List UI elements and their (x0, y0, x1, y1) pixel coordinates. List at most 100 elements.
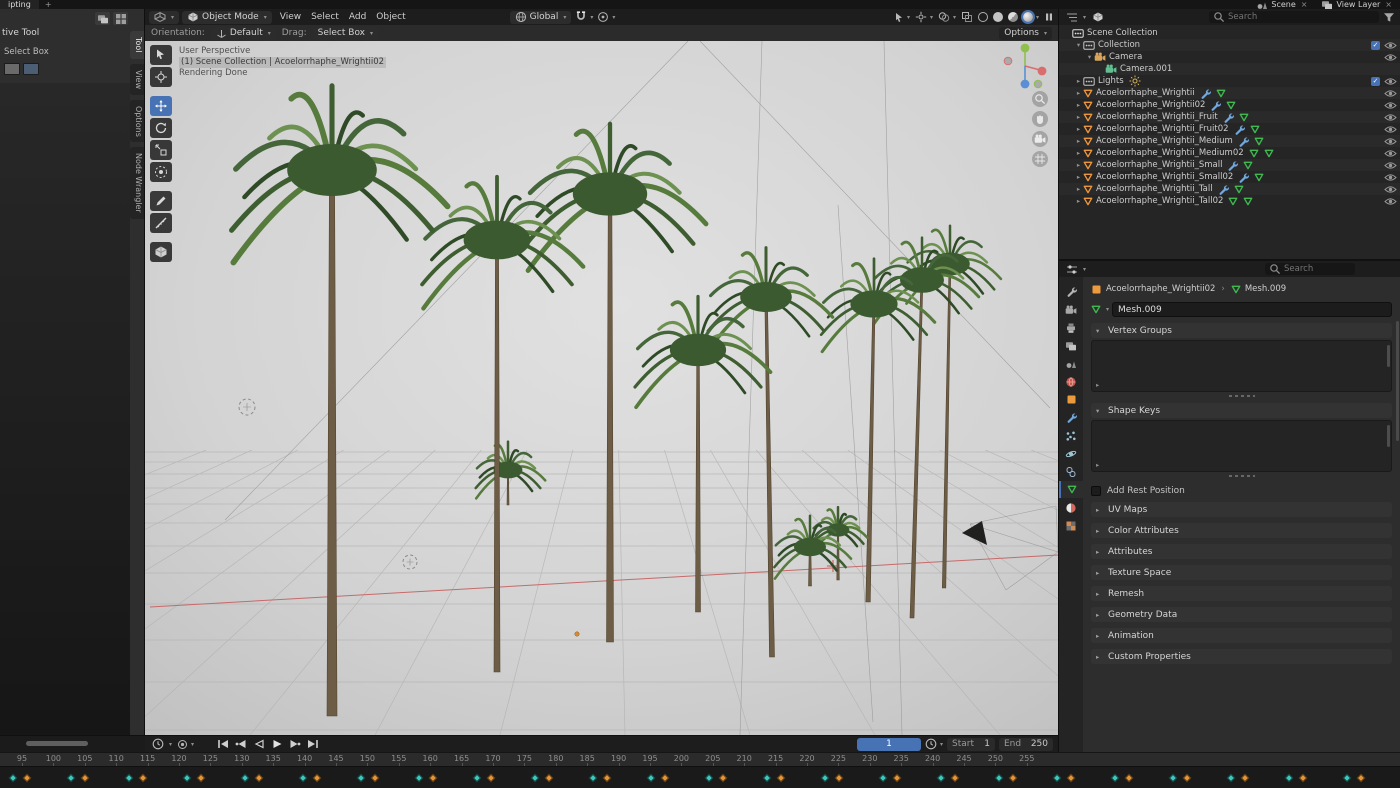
outliner-editor-type-button[interactable]: ▾ (1064, 11, 1088, 24)
outliner-row[interactable]: Scene Collection (1059, 27, 1400, 39)
keyframe-diamond[interactable] (589, 774, 597, 782)
keyframe-diamond[interactable] (1067, 774, 1075, 782)
panel-header-shape-keys[interactable]: ▾Shape Keys (1091, 403, 1392, 418)
keyframe-diamond[interactable] (429, 774, 437, 782)
horizontal-scrollbar[interactable] (26, 741, 88, 746)
expand-arrow-icon[interactable]: ▸ (1074, 125, 1083, 133)
sidebar-tab-tool[interactable]: Tool (130, 31, 144, 59)
orientation-dropdown[interactable]: Default▾ (211, 27, 276, 40)
panel-header-geometry-data[interactable]: ▸Geometry Data (1091, 607, 1392, 622)
vertex-groups-list[interactable]: ▸ (1091, 340, 1392, 392)
outliner-row[interactable]: ▸Acoelorrhaphe_Wrightii_Medium (1059, 135, 1400, 147)
hide-in-viewport-eye-icon[interactable] (1384, 77, 1397, 86)
show-overlays-toggle[interactable]: ▾ (938, 11, 956, 23)
viewport-scene[interactable] (145, 41, 1058, 735)
tool-thumbnail-1[interactable] (4, 63, 20, 75)
tool-thumbnail-2[interactable] (23, 63, 39, 75)
shading-material-button[interactable] (1008, 12, 1018, 22)
tool-cursor-button[interactable] (150, 67, 172, 87)
outliner-row[interactable]: ▸Acoelorrhaphe_Wrightii_Tall02 (1059, 195, 1400, 207)
workspace-tab-scripting[interactable]: ipting (0, 0, 39, 9)
shading-rendered-button[interactable]: ▾ (1023, 12, 1039, 22)
keyframe-diamond[interactable] (995, 774, 1003, 782)
xray-toggle[interactable] (961, 11, 973, 23)
expand-arrow-icon[interactable]: ▸ (1074, 137, 1083, 145)
properties-editor-type-button[interactable]: ▾ (1064, 263, 1088, 276)
outliner-row[interactable]: ▾Camera (1059, 51, 1400, 63)
unlink-scene-button[interactable]: × (1299, 0, 1308, 9)
current-frame-field[interactable]: 1 (857, 738, 921, 751)
timeline-ruler[interactable]: 9510010511011512012513013514014515015516… (0, 752, 1400, 766)
expand-arrow-icon[interactable]: ▾ (1085, 53, 1094, 61)
list-resize-grip[interactable] (1229, 395, 1255, 397)
properties-tab-particles[interactable] (1059, 427, 1083, 444)
keyframe-diamond[interactable] (197, 774, 205, 782)
jump-to-end-button[interactable] (305, 738, 321, 751)
panel-header-attributes[interactable]: ▸Attributes (1091, 544, 1392, 559)
list-specials-icon[interactable]: ▸ (1096, 461, 1099, 469)
properties-tab-output[interactable] (1059, 319, 1083, 336)
list-scrollbar[interactable] (1387, 345, 1390, 367)
options-dropdown[interactable]: Options▾ (999, 27, 1052, 40)
sidebar-tab-node-wrangler[interactable]: Node Wrangler (130, 147, 144, 219)
properties-search-input[interactable] (1284, 264, 1351, 274)
3d-viewport[interactable]: ▾ Object Mode▾ ViewSelectAddObject Globa… (145, 9, 1058, 735)
keyframe-diamond[interactable] (183, 774, 191, 782)
keyframe-diamond[interactable] (937, 774, 945, 782)
editor-header-icon-2[interactable] (113, 12, 128, 25)
playback-sync-dropdown[interactable]: ▾ (925, 738, 943, 750)
expand-arrow-icon[interactable]: ▸ (1074, 89, 1083, 97)
sidebar-tab-view[interactable]: View (130, 64, 144, 95)
expand-arrow-icon[interactable]: ▸ (1074, 113, 1083, 121)
list-scrollbar[interactable] (1387, 425, 1390, 447)
properties-tab-render[interactable] (1059, 301, 1083, 318)
outliner-row[interactable]: ▸Acoelorrhaphe_Wrightii_Tall (1059, 183, 1400, 195)
tool-add-cube-button[interactable] (150, 242, 172, 262)
breadcrumb-data[interactable]: Mesh.009 (1245, 284, 1286, 294)
properties-tab-object[interactable] (1059, 391, 1083, 408)
frame-end-field[interactable]: End250 (999, 738, 1053, 751)
keyframe-diamond[interactable] (1111, 774, 1119, 782)
keyframe-diamond[interactable] (893, 774, 901, 782)
properties-tab-texture[interactable] (1059, 517, 1083, 534)
filter-icon[interactable] (1383, 12, 1395, 23)
hide-in-viewport-eye-icon[interactable] (1384, 173, 1397, 182)
keyframe-diamond[interactable] (255, 774, 263, 782)
tool-scale-button[interactable] (150, 140, 172, 160)
properties-tab-world[interactable] (1059, 373, 1083, 390)
collection-checkbox[interactable]: ✓ (1371, 41, 1380, 50)
keyframe-diamond[interactable] (473, 774, 481, 782)
keyframe-diamond[interactable] (1169, 774, 1177, 782)
sidebar-tab-options[interactable]: Options (130, 100, 144, 143)
properties-tab-constraints[interactable] (1059, 463, 1083, 480)
properties-scrollbar[interactable] (1396, 321, 1399, 441)
keyframe-diamond[interactable] (9, 774, 17, 782)
keyframe-diamond[interactable] (835, 774, 843, 782)
list-specials-icon[interactable]: ▸ (1096, 381, 1099, 389)
next-keyframe-button[interactable] (287, 738, 303, 751)
selectability-dropdown[interactable]: ▾ (894, 12, 910, 23)
hide-in-viewport-eye-icon[interactable] (1384, 113, 1397, 122)
remove-viewlayer-button[interactable]: × (1383, 0, 1392, 9)
zoom-button[interactable] (1032, 91, 1048, 107)
keyframe-diamond[interactable] (81, 774, 89, 782)
show-gizmo-toggle[interactable]: ▾ (915, 11, 933, 23)
outliner-row[interactable]: ▸Acoelorrhaphe_Wrightii_Small02 (1059, 171, 1400, 183)
expand-arrow-icon[interactable]: ▸ (1074, 77, 1083, 85)
expand-arrow-icon[interactable]: ▸ (1074, 173, 1083, 181)
editor-type-button[interactable]: ▾ (149, 11, 179, 24)
timeline-editor-type-button[interactable]: ▾ (150, 738, 174, 751)
play-button[interactable] (269, 738, 285, 751)
collection-checkbox[interactable]: ✓ (1371, 77, 1380, 86)
hide-in-viewport-eye-icon[interactable] (1384, 161, 1397, 170)
keyframe-diamond[interactable] (487, 774, 495, 782)
hide-in-viewport-eye-icon[interactable] (1384, 197, 1397, 206)
outliner-row[interactable]: ▸Acoelorrhaphe_Wrightii_Fruit02 (1059, 123, 1400, 135)
menu-select[interactable]: Select (306, 12, 344, 22)
add-workspace-button[interactable]: + (39, 0, 58, 9)
keyframe-diamond[interactable] (23, 774, 31, 782)
editor-header-icon-1[interactable] (95, 12, 110, 25)
transform-orientation-dropdown[interactable]: Global▾ (510, 11, 572, 24)
keyframe-diamond[interactable] (1343, 774, 1351, 782)
panel-header-color-attributes[interactable]: ▸Color Attributes (1091, 523, 1392, 538)
